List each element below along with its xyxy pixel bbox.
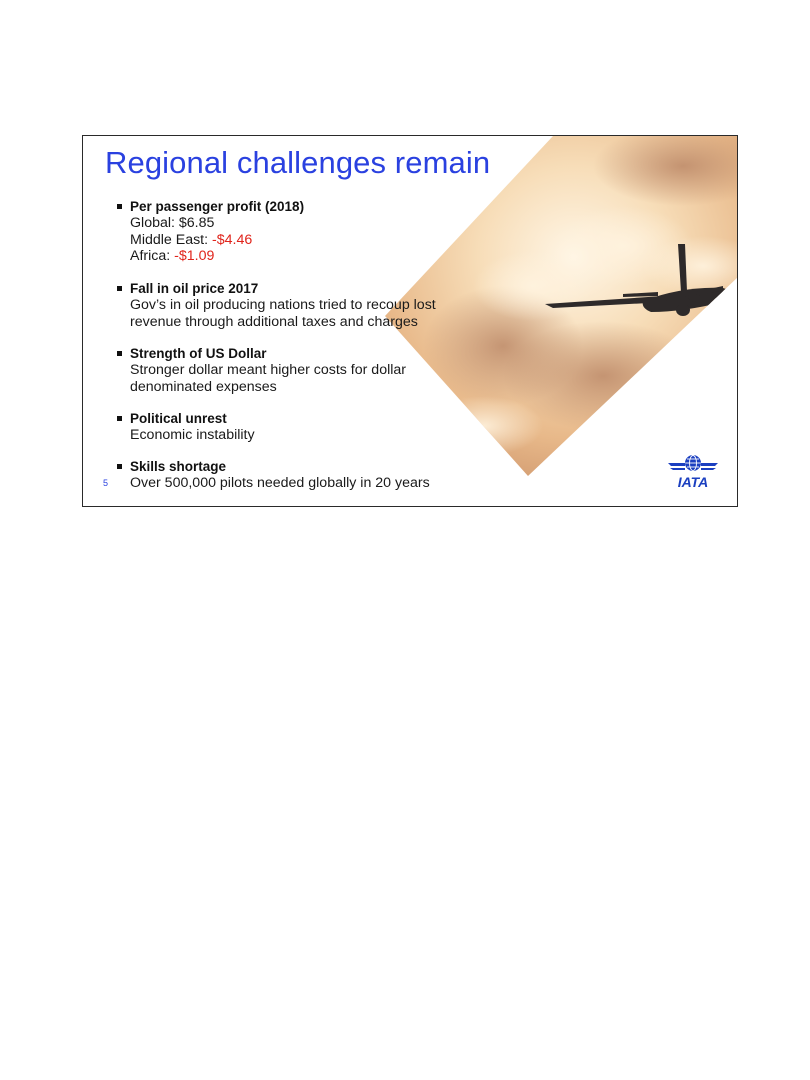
- bullet-heading: Per passenger profit (2018): [130, 199, 305, 214]
- slide: Regional challenges remain Per passenger…: [82, 135, 738, 507]
- profit-africa: Africa: -$1.09: [130, 248, 215, 264]
- page-number: 5: [103, 478, 109, 488]
- bullet-political-unrest: Political unrest Economic instability: [117, 410, 255, 444]
- profit-middle-east: Middle East: -$4.46: [130, 231, 253, 248]
- bullet-text: Gov’s in oil producing nations tried to …: [130, 297, 436, 313]
- logo-text: IATA: [678, 474, 709, 490]
- bullet-marker: [117, 351, 122, 356]
- bullet-marker: [117, 204, 122, 209]
- bullet-heading: Fall in oil price 2017: [130, 281, 259, 296]
- slide-title: Regional challenges remain: [105, 145, 491, 180]
- bullet-text: revenue through additional taxes and cha…: [130, 313, 418, 330]
- bullet-marker: [117, 416, 122, 421]
- profit-global: Global: $6.85: [130, 215, 215, 231]
- bullet-heading: Strength of US Dollar: [130, 346, 267, 361]
- profit-middle-east-value: -$4.46: [212, 231, 253, 248]
- bullet-marker: [117, 286, 122, 291]
- bullet-per-passenger-profit: Per passenger profit (2018) Global: $6.8…: [117, 198, 304, 265]
- bullet-skills-shortage: Skills shortage Over 500,000 pilots need…: [117, 458, 430, 492]
- bullet-us-dollar: Strength of US Dollar Stronger dollar me…: [117, 345, 406, 395]
- bullet-text: Economic instability: [130, 427, 255, 443]
- profit-global-value: $6.85: [178, 215, 215, 231]
- bullet-heading: Skills shortage: [130, 459, 227, 474]
- profit-africa-value: -$1.09: [174, 248, 215, 264]
- bullet-text: denominated expenses: [130, 378, 277, 395]
- bullet-heading: Political unrest: [130, 411, 227, 426]
- bullet-text: Over 500,000 pilots needed globally in 2…: [130, 475, 430, 491]
- bullet-oil-price: Fall in oil price 2017 Gov’s in oil prod…: [117, 280, 436, 330]
- bullet-marker: [117, 464, 122, 469]
- iata-logo: IATA: [668, 455, 718, 490]
- bullet-text: Stronger dollar meant higher costs for d…: [130, 362, 407, 378]
